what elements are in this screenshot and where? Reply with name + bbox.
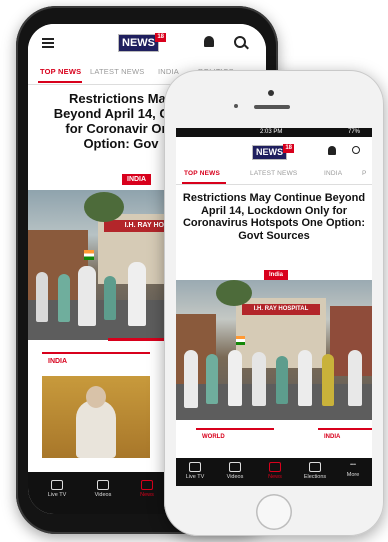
nav-label: Live TV	[47, 492, 67, 498]
news18-logo[interactable]: NEWS 18	[118, 33, 166, 52]
person-figure	[276, 356, 288, 404]
bottom-navigation: Live TV Videos News Elections ••• More	[176, 458, 372, 486]
nav-news[interactable]: News	[132, 480, 162, 498]
tab-latest-news[interactable]: LATEST NEWS	[90, 67, 144, 76]
nav-label: News	[140, 492, 154, 498]
front-phone-screen: 2:03 PM 77% NEWS 18 TOP NEWS LATEST NEWS …	[176, 128, 372, 486]
article-headline[interactable]: Restrictions May Continue Beyond April 1…	[182, 192, 366, 243]
news-card[interactable]: WORLD	[196, 428, 274, 460]
news-card[interactable]: INDIA	[42, 352, 150, 458]
tab-politics[interactable]: P	[362, 170, 367, 177]
card-category-label: INDIA	[324, 434, 341, 440]
person-figure	[252, 352, 266, 406]
category-badge[interactable]: India	[264, 270, 289, 280]
category-badge[interactable]: INDIA	[122, 174, 152, 185]
tree	[84, 192, 124, 222]
logo-number: 18	[283, 144, 294, 153]
logo-number: 18	[155, 33, 166, 42]
news-card[interactable]: INDIA	[318, 428, 372, 460]
news18-logo[interactable]: NEWS 18	[252, 144, 294, 160]
person-figure	[36, 272, 48, 322]
tab-india[interactable]: INDIA	[158, 67, 179, 76]
video-icon	[229, 462, 241, 472]
card-category-label: INDIA	[48, 358, 68, 365]
active-tab-underline	[38, 81, 82, 83]
nav-label: Videos	[94, 492, 112, 498]
menu-icon[interactable]	[42, 38, 54, 48]
tv-icon	[189, 462, 201, 472]
nav-label: Live TV	[185, 474, 205, 480]
news-icon	[269, 462, 281, 472]
person-figure	[228, 350, 242, 406]
nav-live-tv[interactable]: Live TV	[180, 462, 210, 480]
carousel-indicator	[108, 338, 168, 341]
logo-text: NEWS	[256, 147, 283, 157]
nav-more[interactable]: ••• More	[338, 462, 368, 478]
bell-icon[interactable]	[204, 36, 214, 47]
person-figure	[348, 350, 362, 406]
home-button[interactable]	[256, 494, 292, 530]
flag	[236, 336, 245, 345]
nav-label: More	[346, 472, 360, 478]
video-icon	[97, 480, 109, 490]
nav-live-tv[interactable]: Live TV	[42, 480, 72, 498]
nav-label: News	[268, 474, 282, 480]
category-tabs: TOP NEWS LATEST NEWS INDIA P	[176, 166, 372, 185]
status-bar: 2:03 PM 77%	[176, 128, 372, 137]
article-photo[interactable]: I.H. RAY HOSPITAL	[176, 280, 372, 420]
nav-news[interactable]: News	[260, 462, 290, 480]
nav-videos[interactable]: Videos	[220, 462, 250, 480]
tab-latest-news[interactable]: LATEST NEWS	[250, 170, 297, 177]
tv-icon	[51, 480, 63, 490]
app-header: NEWS 18	[28, 24, 266, 62]
hospital-sign: I.H. RAY HOSPITAL	[242, 304, 320, 315]
card-category-label: WORLD	[202, 434, 225, 440]
person-figure	[184, 350, 198, 408]
tab-top-news[interactable]: TOP NEWS	[184, 170, 220, 177]
sensor	[234, 104, 238, 108]
ballot-icon	[309, 462, 321, 472]
nav-label: Videos	[226, 474, 244, 480]
bell-icon[interactable]	[328, 146, 336, 155]
nav-elections[interactable]: Elections	[300, 462, 330, 480]
earpiece-speaker	[254, 105, 290, 109]
nav-label: Elections	[303, 474, 327, 480]
nav-videos[interactable]: Videos	[88, 480, 118, 498]
person-figure	[298, 350, 312, 406]
person-figure	[206, 354, 218, 404]
person-figure	[104, 276, 116, 320]
front-camera	[268, 90, 274, 96]
tree	[216, 280, 252, 306]
person-head	[86, 386, 106, 408]
search-icon[interactable]	[352, 146, 360, 154]
news-icon	[141, 480, 153, 490]
card-photo[interactable]	[42, 376, 150, 458]
person-figure	[58, 274, 70, 322]
search-icon-handle	[244, 44, 249, 50]
tab-top-news[interactable]: TOP NEWS	[40, 67, 81, 76]
status-time: 2:03 PM	[260, 129, 283, 135]
person-figure	[76, 400, 116, 458]
tab-india[interactable]: INDIA	[324, 170, 342, 177]
flag	[84, 250, 94, 260]
person-figure	[322, 354, 334, 406]
person-figure	[78, 266, 96, 326]
logo-text: NEWS	[122, 37, 155, 49]
status-battery: 77%	[347, 129, 360, 135]
active-tab-underline	[182, 182, 226, 184]
more-icon: •••	[350, 462, 356, 468]
person-figure	[128, 262, 146, 326]
